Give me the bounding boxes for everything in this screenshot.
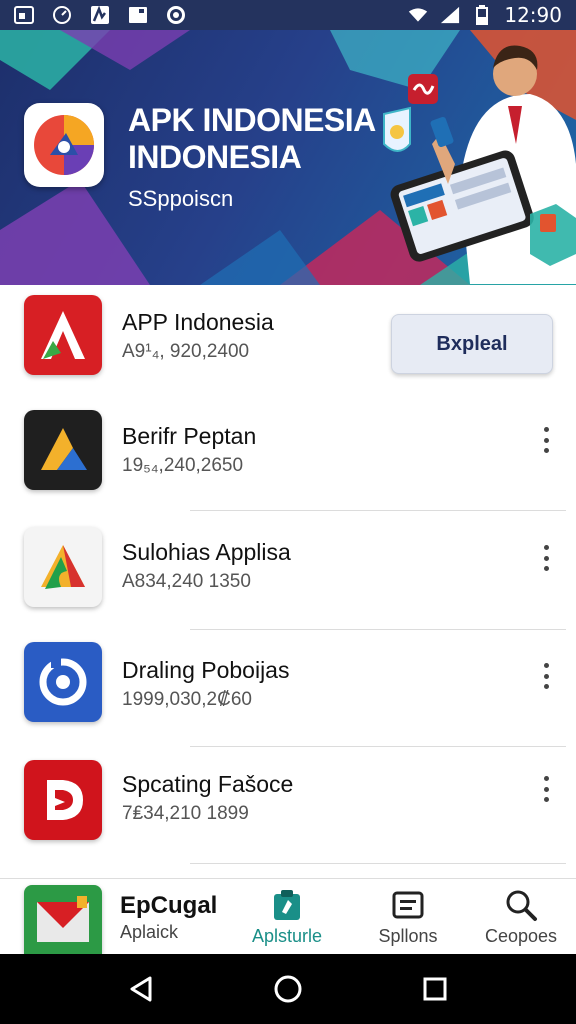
app-size: A9¹₄, 920,2400 bbox=[122, 341, 250, 362]
more-options-icon[interactable] bbox=[536, 774, 556, 804]
status-right: 12:90 bbox=[408, 3, 562, 27]
bottom-navigation: EpCugal Aplaick Aplsturle Spllons Ceopoe… bbox=[0, 878, 576, 955]
list-item[interactable]: Spcating Fašoce 7₤34,210 1899 bbox=[0, 755, 576, 873]
hero-app-logo bbox=[24, 103, 104, 187]
back-icon[interactable] bbox=[126, 974, 156, 1004]
list-item[interactable]: Sulohias Applisa A834,240 1350 bbox=[0, 521, 576, 639]
divider bbox=[190, 510, 566, 511]
red-a-logo-icon bbox=[24, 295, 102, 375]
divider bbox=[190, 629, 566, 630]
nav-tab-aplsturle[interactable]: Aplsturle bbox=[238, 879, 336, 955]
app-name: Draling Poboĳas bbox=[122, 657, 290, 683]
hero-title-line2: INDONESIA bbox=[128, 139, 302, 175]
app-name: Sulohias Applisa bbox=[122, 539, 291, 565]
sync-icon bbox=[166, 5, 186, 25]
red-d-logo-icon bbox=[24, 760, 102, 840]
status-left-icons bbox=[14, 5, 186, 25]
more-options-icon[interactable] bbox=[536, 543, 556, 573]
app-size: 1999,030,2₡60 bbox=[122, 689, 252, 710]
app-name: Spcating Fašoce bbox=[122, 771, 294, 797]
app-size: A834,240 1350 bbox=[122, 571, 251, 592]
green-a-logo-icon bbox=[24, 527, 102, 607]
app-name: APP Indonesia bbox=[122, 309, 274, 335]
nav-featured-title: EpCugal bbox=[120, 891, 218, 919]
home-icon[interactable] bbox=[273, 974, 303, 1004]
clipboard-icon bbox=[274, 889, 300, 920]
screenshot-icon bbox=[14, 5, 34, 25]
nav-featured-label: Aplaick bbox=[120, 921, 179, 942]
featured-app-icon[interactable] bbox=[24, 885, 102, 955]
battery-icon bbox=[472, 5, 492, 25]
nav-tab-spllons[interactable]: Spllons bbox=[360, 879, 456, 955]
divider bbox=[190, 746, 566, 747]
search-icon bbox=[506, 890, 537, 921]
app-notification-icon bbox=[90, 5, 110, 25]
list-icon bbox=[392, 891, 424, 918]
install-button[interactable]: Bxpleal bbox=[391, 314, 553, 374]
hero-title-line1: APK INDONESIA bbox=[128, 102, 376, 138]
status-bar: 12:90 bbox=[0, 0, 576, 30]
nav-label: Spllons bbox=[378, 925, 438, 946]
status-time: 12:90 bbox=[504, 3, 562, 27]
nav-label: Ceopoes bbox=[484, 925, 558, 946]
blue-ring-logo-icon bbox=[24, 642, 102, 722]
more-options-icon[interactable] bbox=[536, 425, 556, 455]
system-navigation-bar bbox=[0, 954, 576, 1024]
nav-featured[interactable]: EpCugal Aplaick bbox=[120, 879, 240, 955]
recents-icon[interactable] bbox=[420, 974, 450, 1004]
app-name: Berifr Peptan bbox=[122, 423, 257, 449]
nav-label: Aplsturle bbox=[251, 925, 323, 946]
dark-a-logo-icon bbox=[24, 410, 102, 490]
app-size: 7₤34,210 1899 bbox=[122, 803, 249, 824]
list-item[interactable]: APP Indonesia A9¹₄, 920,2400 Bxpleal bbox=[0, 285, 576, 403]
more-options-icon[interactable] bbox=[536, 661, 556, 691]
signal-icon bbox=[440, 5, 460, 25]
hero-person-phone-illustration bbox=[383, 45, 576, 284]
speed-icon bbox=[52, 5, 72, 25]
list-item[interactable]: Berifr Peptan 19₅₄,240,2650 bbox=[0, 403, 576, 521]
nav-tab-ceopoes[interactable]: Ceopoes bbox=[474, 879, 568, 955]
image-icon bbox=[128, 5, 148, 25]
list-item[interactable]: Draling Poboĳas 1999,030,2₡60 bbox=[0, 639, 576, 757]
hero-subtitle: SSppoiscn bbox=[128, 186, 234, 211]
app-size: 19₅₄,240,2650 bbox=[122, 455, 244, 476]
hero-banner[interactable]: APK INDONESIA INDONESIA SSppoiscn bbox=[0, 30, 576, 285]
divider bbox=[190, 863, 566, 864]
apk-indonesia-logo-icon bbox=[34, 115, 94, 175]
wifi-icon bbox=[408, 5, 428, 25]
hero-title: APK INDONESIA INDONESIA bbox=[128, 102, 376, 176]
